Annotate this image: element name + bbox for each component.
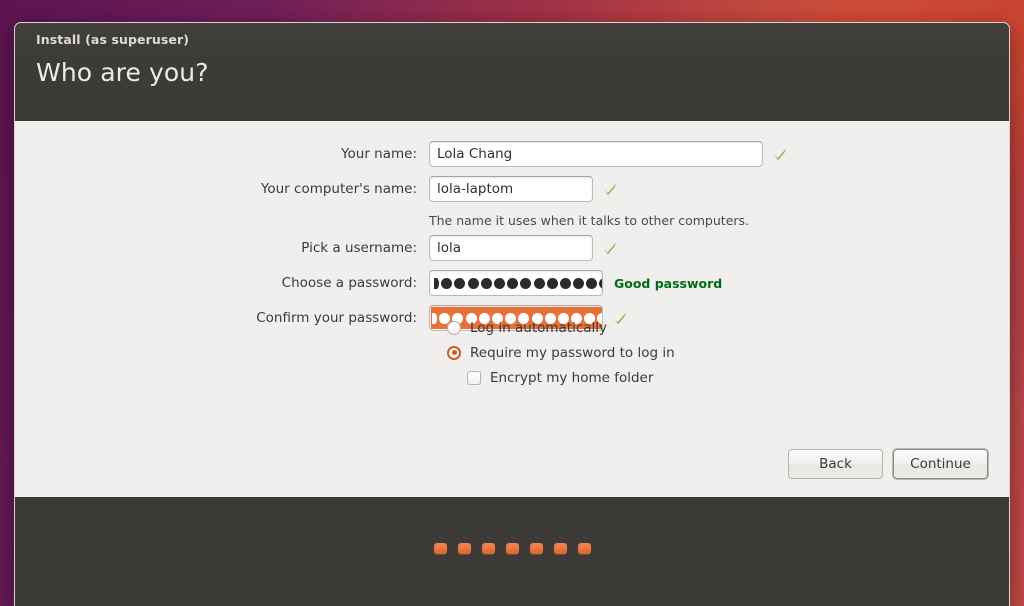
action-buttons: Back Continue: [788, 449, 988, 479]
progress-dots: [433, 543, 591, 554]
label-computer-name: Your computer's name:: [260, 181, 417, 197]
footer-progress: [15, 497, 1009, 606]
window-title: Install (as superuser): [36, 32, 190, 47]
computer-name-input[interactable]: lola-laptom: [429, 176, 593, 202]
label-password: Choose a password:: [281, 275, 417, 291]
label-username: Pick a username:: [301, 240, 417, 256]
check-icon: [602, 240, 618, 256]
computer-name-hint: The name it uses when it talks to other …: [429, 212, 750, 228]
check-icon: [602, 181, 618, 197]
login-options: Log in automatically Require my password…: [447, 315, 675, 390]
user-form: Your name: Lola Chang Your computer's na…: [15, 141, 1009, 340]
label-confirm-password: Confirm your password:: [256, 310, 417, 326]
option-require-password[interactable]: Require my password to log in: [447, 340, 675, 365]
form-row-computer-name-hint: The name it uses when it talks to other …: [15, 211, 1009, 229]
window-titlebar[interactable]: Install (as superuser): [15, 23, 1009, 56]
password-strength-label: Good password: [614, 275, 723, 291]
continue-button[interactable]: Continue: [893, 449, 988, 479]
option-label-require-password: Require my password to log in: [470, 344, 675, 361]
page-title: Who are you?: [36, 58, 209, 87]
option-label-encrypt-home: Encrypt my home folder: [490, 369, 654, 386]
form-row-your-name: Your name: Lola Chang: [15, 141, 1009, 167]
progress-dot: [505, 543, 519, 554]
installer-window: Install (as superuser) Who are you? Your…: [14, 22, 1010, 606]
progress-dot: [529, 543, 543, 554]
username-input[interactable]: lola: [429, 235, 593, 261]
progress-dot: [577, 543, 591, 554]
option-label-log-in-automatically: Log in automatically: [470, 319, 608, 336]
option-log-in-automatically[interactable]: Log in automatically: [447, 315, 675, 340]
progress-dot: [457, 543, 471, 554]
field-area-your-name: Lola Chang: [429, 141, 1009, 167]
label-your-name: Your name:: [341, 146, 417, 162]
option-encrypt-home[interactable]: Encrypt my home folder: [447, 365, 675, 390]
field-area-hint: The name it uses when it talks to other …: [429, 213, 1009, 228]
radio-log-in-automatically[interactable]: [447, 320, 461, 335]
field-area-computer-name: lola-laptom: [429, 176, 1009, 202]
back-button[interactable]: Back: [788, 449, 883, 479]
password-input[interactable]: [429, 270, 603, 296]
field-area-username: lola: [429, 235, 1009, 261]
form-row-computer-name: Your computer's name: lola-laptom: [15, 176, 1009, 202]
check-icon: [772, 146, 788, 162]
progress-dot: [553, 543, 567, 554]
content-area: Your name: Lola Chang Your computer's na…: [15, 121, 1009, 497]
form-row-password: Choose a password: Good password: [15, 270, 1009, 296]
field-area-password: Good password: [429, 270, 1009, 296]
your-name-input[interactable]: Lola Chang: [429, 141, 763, 167]
radio-require-password[interactable]: [447, 345, 461, 360]
form-row-username: Pick a username: lola: [15, 235, 1009, 261]
checkbox-encrypt-home[interactable]: [467, 370, 481, 385]
page-header: Who are you?: [15, 56, 1009, 121]
password-bullets: [434, 277, 602, 289]
progress-dot: [433, 543, 447, 554]
progress-dot: [481, 543, 495, 554]
